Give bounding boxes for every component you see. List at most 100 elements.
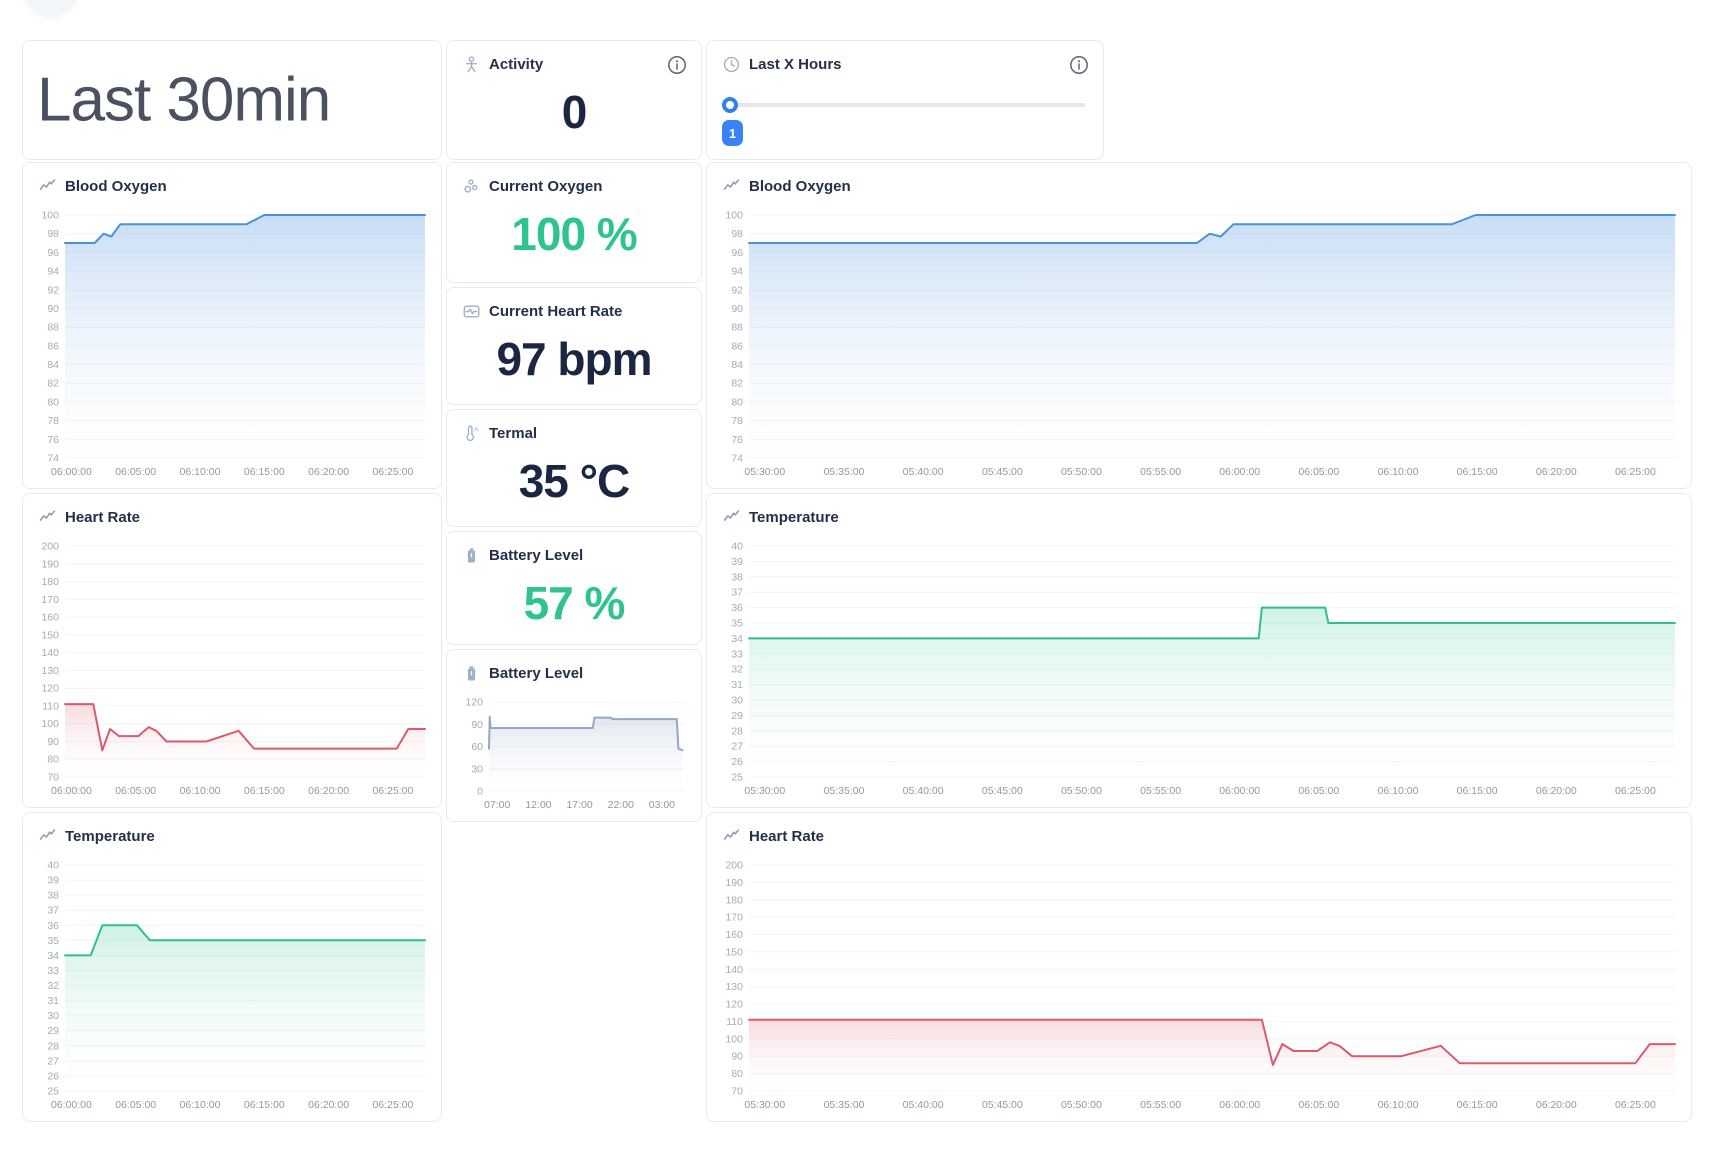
svg-text:05:35:00: 05:35:00 bbox=[824, 466, 865, 478]
info-icon[interactable] bbox=[1069, 55, 1089, 75]
svg-text:05:40:00: 05:40:00 bbox=[903, 1099, 944, 1111]
thermal-value: 35 °C bbox=[447, 454, 701, 508]
svg-text:180: 180 bbox=[41, 576, 59, 588]
svg-text:190: 190 bbox=[41, 558, 59, 570]
svg-text:06:05:00: 06:05:00 bbox=[1298, 1099, 1339, 1111]
person-icon bbox=[463, 56, 480, 73]
svg-text:98: 98 bbox=[731, 228, 743, 240]
svg-text:200: 200 bbox=[725, 860, 743, 872]
slider-value-badge: 1 bbox=[722, 120, 743, 146]
svg-text:06:00:00: 06:00:00 bbox=[51, 466, 92, 478]
svg-text:31: 31 bbox=[47, 995, 59, 1007]
svg-text:06:00:00: 06:00:00 bbox=[51, 785, 92, 797]
svg-text:94: 94 bbox=[47, 266, 59, 278]
svg-text:06:25:00: 06:25:00 bbox=[372, 466, 413, 478]
chart-title: Temperature bbox=[65, 828, 155, 845]
svg-text:05:45:00: 05:45:00 bbox=[982, 785, 1023, 797]
svg-text:06:20:00: 06:20:00 bbox=[308, 785, 349, 797]
info-icon[interactable] bbox=[667, 55, 687, 75]
svg-text:150: 150 bbox=[725, 946, 743, 958]
svg-text:06:25:00: 06:25:00 bbox=[372, 1099, 413, 1111]
svg-text:28: 28 bbox=[47, 1040, 59, 1052]
svg-text:200: 200 bbox=[41, 541, 59, 553]
trend-icon bbox=[39, 509, 56, 526]
svg-text:05:35:00: 05:35:00 bbox=[824, 1099, 865, 1111]
thermal-card: A Termal 35 °C bbox=[446, 409, 702, 527]
svg-text:06:25:00: 06:25:00 bbox=[1615, 1099, 1656, 1111]
svg-text:05:40:00: 05:40:00 bbox=[903, 785, 944, 797]
svg-text:110: 110 bbox=[726, 1016, 743, 1028]
svg-text:06:10:00: 06:10:00 bbox=[180, 466, 221, 478]
svg-text:80: 80 bbox=[731, 1068, 743, 1080]
heart-rate-hours-card: Heart Rate 20019018017016015014013012011… bbox=[706, 812, 1692, 1122]
svg-text:06:00:00: 06:00:00 bbox=[51, 1099, 92, 1111]
svg-text:32: 32 bbox=[731, 664, 743, 676]
blood-oxygen-hours-card: Blood Oxygen 100989694929088868482807876… bbox=[706, 162, 1692, 489]
svg-text:06:15:00: 06:15:00 bbox=[244, 785, 285, 797]
svg-text:06:20:00: 06:20:00 bbox=[1536, 785, 1577, 797]
svg-text:60: 60 bbox=[471, 741, 483, 753]
svg-text:40: 40 bbox=[731, 541, 743, 553]
svg-text:74: 74 bbox=[47, 453, 59, 465]
svg-text:92: 92 bbox=[731, 284, 743, 296]
svg-text:78: 78 bbox=[731, 415, 743, 427]
svg-text:05:45:00: 05:45:00 bbox=[982, 466, 1023, 478]
svg-text:96: 96 bbox=[731, 247, 743, 259]
battery-icon bbox=[463, 547, 480, 564]
hours-label: Last X Hours bbox=[749, 56, 842, 73]
svg-text:32: 32 bbox=[47, 980, 59, 992]
svg-text:33: 33 bbox=[731, 648, 743, 660]
last-x-hours-card: Last X Hours 1 bbox=[706, 40, 1104, 160]
svg-text:07:00: 07:00 bbox=[484, 799, 510, 811]
svg-text:03:00: 03:00 bbox=[649, 799, 675, 811]
svg-text:06:25:00: 06:25:00 bbox=[1615, 785, 1656, 797]
svg-text:05:40:00: 05:40:00 bbox=[903, 466, 944, 478]
svg-text:27: 27 bbox=[47, 1055, 59, 1067]
svg-text:28: 28 bbox=[731, 725, 743, 737]
svg-text:05:50:00: 05:50:00 bbox=[1061, 466, 1102, 478]
temperature-hours-card: Temperature 4039383736353433323130292827… bbox=[706, 493, 1692, 808]
heart-rate-icon bbox=[463, 303, 480, 320]
svg-text:140: 140 bbox=[41, 647, 59, 659]
hours-slider[interactable]: 1 bbox=[724, 103, 1085, 107]
svg-text:98: 98 bbox=[47, 228, 59, 240]
slider-handle[interactable] bbox=[722, 97, 738, 113]
svg-text:06:20:00: 06:20:00 bbox=[308, 466, 349, 478]
svg-text:90: 90 bbox=[47, 736, 59, 748]
svg-text:37: 37 bbox=[731, 587, 743, 599]
temperature-hours-chart: 4039383736353433323130292827262505:30:00… bbox=[715, 540, 1681, 799]
svg-text:100: 100 bbox=[725, 210, 743, 222]
svg-text:05:30:00: 05:30:00 bbox=[744, 466, 785, 478]
svg-text:33: 33 bbox=[47, 965, 59, 977]
svg-text:30: 30 bbox=[471, 763, 483, 775]
slider-track[interactable] bbox=[724, 103, 1085, 107]
svg-text:06:10:00: 06:10:00 bbox=[1378, 785, 1419, 797]
svg-text:37: 37 bbox=[47, 905, 59, 917]
battery-history-chart: 120906030007:0012:0017:0022:0003:00 bbox=[455, 696, 691, 813]
heart-rate-hours-chart: 2001901801701601501401301201101009080700… bbox=[715, 859, 1681, 1113]
activity-card: Activity 0 bbox=[446, 40, 702, 160]
svg-text:05:45:00: 05:45:00 bbox=[982, 1099, 1023, 1111]
trend-icon bbox=[39, 828, 56, 845]
svg-text:160: 160 bbox=[41, 612, 59, 624]
chart-title: Temperature bbox=[749, 509, 839, 526]
svg-text:40: 40 bbox=[47, 860, 59, 872]
svg-text:05:55:00: 05:55:00 bbox=[1140, 1099, 1181, 1111]
svg-text:96: 96 bbox=[47, 247, 59, 259]
svg-text:80: 80 bbox=[731, 396, 743, 408]
svg-text:17:00: 17:00 bbox=[566, 799, 592, 811]
svg-text:06:20:00: 06:20:00 bbox=[308, 1099, 349, 1111]
svg-text:94: 94 bbox=[731, 266, 743, 278]
heart-rate-30min-card: Heart Rate 20019018017016015014013012011… bbox=[22, 493, 442, 808]
page-title: Last 30min bbox=[37, 65, 330, 136]
svg-text:26: 26 bbox=[731, 756, 743, 768]
thermometer-icon: A bbox=[463, 425, 480, 442]
svg-text:36: 36 bbox=[47, 920, 59, 932]
svg-text:92: 92 bbox=[47, 284, 59, 296]
trend-icon bbox=[39, 178, 56, 195]
chart-title: Heart Rate bbox=[65, 509, 140, 526]
svg-text:74: 74 bbox=[731, 453, 743, 465]
svg-text:22:00: 22:00 bbox=[608, 799, 634, 811]
heart-rate-30min-chart: 2001901801701601501401301201101009080700… bbox=[31, 540, 431, 799]
svg-text:36: 36 bbox=[731, 602, 743, 614]
